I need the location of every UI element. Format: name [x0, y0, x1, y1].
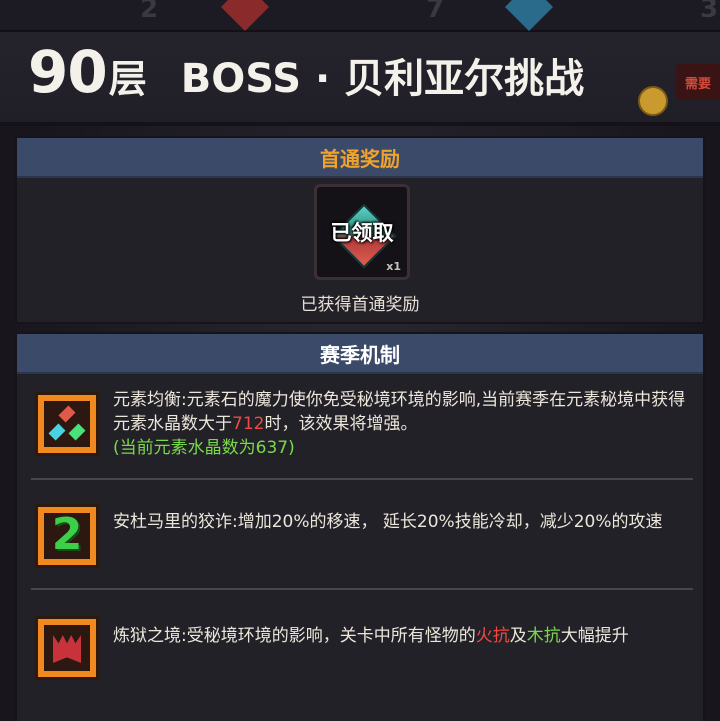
mechanic-text: 时，该效果将增强。 — [264, 414, 418, 434]
timer-icon — [638, 86, 668, 116]
mechanic-description: 元素均衡:元素石的魔力使你免受秘境环境的影响,当前赛季在元素秘境中获得元素水晶数… — [113, 388, 693, 460]
strip-number: 3 — [700, 0, 719, 24]
strip-gem-icon — [220, 0, 270, 32]
header-divider — [0, 122, 720, 126]
mechanic-text: 炼狱之境:受秘境环境的影响，关卡中所有怪物的 — [113, 626, 476, 646]
two-glyph: 2 — [51, 509, 83, 560]
red-crystal-icon — [58, 405, 76, 423]
mechanic-text: 及 — [509, 626, 527, 646]
mechanic-elemental-balance: 元素均衡:元素石的魔力使你免受秘境环境的影响,当前赛季在元素秘境中获得元素水晶数… — [31, 380, 693, 484]
green-crystal-icon — [68, 423, 86, 441]
floor-unit: 层 — [108, 57, 147, 101]
page-title: 90 层 BOSS · 贝利亚尔挑战 — [28, 38, 584, 110]
strip-number: 2 — [140, 0, 159, 24]
reward-caption: 已获得首通奖励 — [300, 295, 420, 315]
first-clear-heading: 首通奖励 — [17, 138, 703, 178]
first-clear-reward-panel: 首通奖励 已领取 x1 已获得首通奖励 — [15, 136, 705, 324]
requirement-badge[interactable]: 需要 — [676, 64, 720, 100]
floor-number: 90 — [28, 38, 108, 106]
strip-number: 7 — [426, 0, 445, 24]
claimed-label: 已领取 — [330, 221, 394, 245]
season-heading: 赛季机制 — [17, 334, 703, 374]
divider — [31, 478, 693, 480]
icon-inner: 2 — [44, 509, 90, 560]
strip-gem-icon — [504, 0, 554, 32]
crystal-count-status: (当前元素水晶数为637) — [113, 438, 295, 458]
boss-title: BOSS · 贝利亚尔挑战 — [180, 56, 585, 102]
elemental-crystals-icon — [35, 392, 99, 456]
number-two-icon: 2 — [35, 504, 99, 568]
mechanic-text: 大幅提升 — [560, 626, 629, 646]
icon-inner — [44, 625, 90, 671]
fire-resistance: 火抗 — [475, 626, 510, 646]
cyan-crystal-icon — [48, 423, 66, 441]
reward-count: x1 — [386, 260, 401, 273]
demon-claw-icon — [35, 616, 99, 680]
header: 2 7 3 90 层 BOSS · 贝利亚尔挑战 需要 — [0, 0, 720, 126]
season-mechanics-panel: 赛季机制 元素均衡:元素石的魔力使你免受秘境环境的影响,当前赛季在元素秘境中获得… — [15, 332, 705, 721]
mechanic-purgatory: 炼狱之境:受秘境环境的影响，关卡中所有怪物的火抗及木抗大幅提升 — [31, 594, 693, 698]
mechanic-description: 安杜马里的狡诈:增加20%的移速， 延长20%技能冷却，减少20%的攻速 — [113, 512, 663, 532]
divider — [31, 588, 693, 590]
crystal-threshold: 712 — [232, 414, 265, 434]
floor-strip: 2 7 3 — [0, 0, 720, 32]
claw-shape — [53, 635, 81, 663]
wood-resistance: 木抗 — [526, 626, 561, 646]
mechanic-andariel-cunning: 2 安杜马里的狡诈:增加20%的移速， 延长20%技能冷却，减少20%的攻速 — [31, 484, 693, 588]
icon-inner — [44, 401, 90, 447]
reward-item-slot[interactable]: 已领取 x1 — [314, 184, 410, 280]
mechanic-description: 炼狱之境:受秘境环境的影响，关卡中所有怪物的火抗及木抗大幅提升 — [113, 624, 693, 648]
